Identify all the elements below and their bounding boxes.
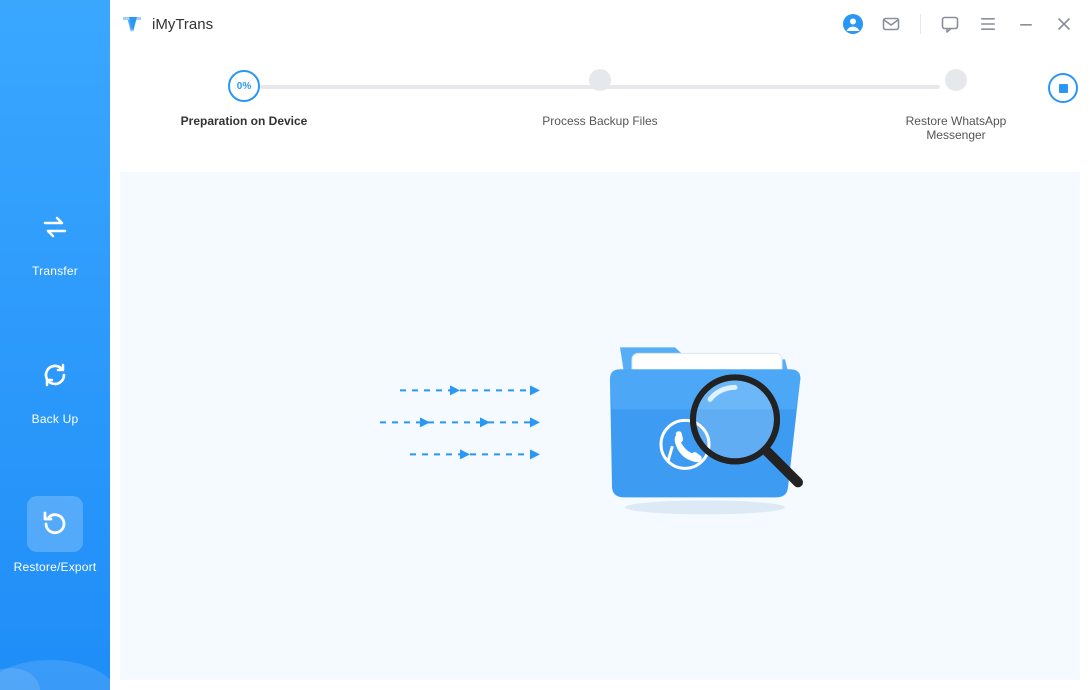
close-button[interactable]: [1052, 12, 1076, 36]
main: iMyTrans: [110, 0, 1090, 690]
sidebar-item-restore-export[interactable]: Restore/Export: [0, 496, 110, 574]
step-label-1: Preparation on Device: [181, 114, 308, 128]
step-process-backup: Process Backup Files: [520, 70, 680, 128]
menu-icon[interactable]: [976, 12, 1000, 36]
dashed-arrows: [380, 383, 550, 461]
arrow-row-1: [380, 383, 550, 397]
sidebar-label-transfer: Transfer: [32, 264, 78, 278]
app-logo: iMyTrans: [120, 12, 213, 36]
sidebar-item-backup[interactable]: Back Up: [0, 348, 110, 426]
step-restore-whatsapp: Restore WhatsApp Messenger: [876, 70, 1036, 142]
stop-button[interactable]: [1048, 73, 1078, 103]
progress-steps: 0% Preparation on Device Process Backup …: [110, 48, 1090, 142]
sidebar-item-transfer[interactable]: Transfer: [0, 200, 110, 278]
app-name: iMyTrans: [152, 16, 213, 33]
step-label-3: Restore WhatsApp Messenger: [876, 114, 1036, 142]
feedback-icon[interactable]: [938, 12, 962, 36]
arrow-row-3: [380, 447, 550, 461]
arrow-row-2: [380, 415, 550, 429]
mail-icon[interactable]: [879, 12, 903, 36]
folder-illustration: [590, 319, 820, 524]
titlebar-divider: [920, 14, 921, 34]
stop-icon: [1059, 84, 1068, 93]
refresh-icon: [40, 360, 70, 393]
sidebar-cloud-decoration: [0, 630, 110, 690]
sidebar-label-restore: Restore/Export: [14, 560, 97, 574]
account-icon[interactable]: [841, 12, 865, 36]
sidebar-label-backup: Back Up: [32, 412, 79, 426]
step-node-2: [589, 69, 611, 91]
titlebar: iMyTrans: [110, 0, 1090, 48]
minimize-button[interactable]: [1014, 12, 1038, 36]
step-preparation: 0% Preparation on Device: [164, 70, 324, 128]
illustration: [380, 319, 820, 524]
step-node-3: [945, 69, 967, 91]
transfer-icon: [40, 212, 70, 245]
progress-percent: 0%: [237, 81, 251, 92]
restore-icon: [40, 508, 70, 541]
step-label-2: Process Backup Files: [542, 114, 657, 128]
titlebar-buttons: [841, 12, 1076, 36]
step-node-progress: 0%: [228, 70, 260, 102]
app-logo-icon: [120, 12, 144, 36]
sidebar: Transfer Back Up Restore/Exp: [0, 0, 110, 690]
content-area: [120, 172, 1080, 680]
